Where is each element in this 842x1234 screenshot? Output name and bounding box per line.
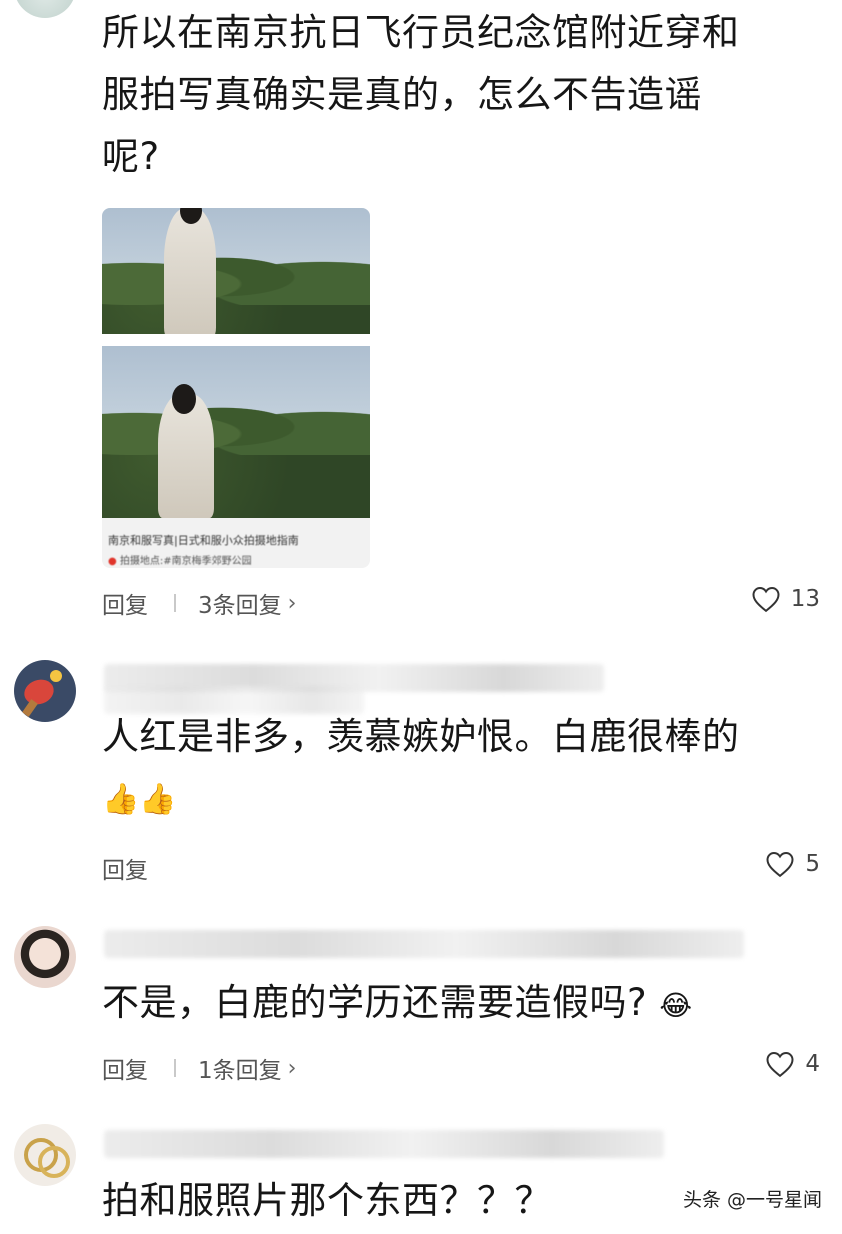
like-count: 4 [805,1051,820,1077]
chevron-right-icon: › [287,1055,297,1081]
avatar[interactable] [14,926,76,988]
comment-text: 所以在南京抗日飞行员纪念馆附近穿和 服拍写真确实是真的，怎么不告造谣 呢? [102,11,740,178]
like-button[interactable]: 5 [765,850,820,878]
caption-location: ● 拍摄地点:#南京梅季郊野公园 [108,556,252,567]
thumbs-up-emoji: 👍👍 [102,782,177,817]
like-button[interactable]: 13 [751,585,820,613]
chevron-right-icon: › [287,590,297,616]
comment-text: 拍和服照片那个东西？？？ [102,1179,552,1222]
comment-text: 人红是非多，羡慕嫉妒恨。白鹿很棒的 [102,715,740,758]
like-button[interactable]: 4 [765,1050,820,1078]
comment-actions: 回复 1条回复 › [102,1048,820,1088]
reply-button[interactable]: 回复 [102,851,148,885]
avatar[interactable] [14,1124,76,1186]
location-pin-icon: ● [108,556,117,567]
comment-image[interactable] [102,208,370,334]
username-blurred[interactable] [104,1130,664,1158]
divider [174,594,176,612]
username-blurred[interactable] [104,930,744,958]
like-count: 13 [790,586,820,612]
laughing-emoji: 😂 [659,989,693,1022]
like-count: 5 [805,851,820,877]
avatar[interactable] [14,0,76,18]
comment-actions: 回复 3条回复 › [102,583,820,623]
image-caption[interactable]: 南京和服写真|日式和服小众拍摄地指南 ● 拍摄地点:#南京梅季郊野公园 [102,518,370,568]
comment-image[interactable] [102,346,370,518]
heart-outline-icon [766,851,794,878]
reply-button[interactable]: 回复 [102,586,148,620]
divider [174,1059,176,1077]
comment-text: 不是，白鹿的学历还需要造假吗? 😂 [102,981,693,1024]
heart-outline-icon [752,586,780,613]
heart-outline-icon [766,1051,794,1078]
watermark: 头条 @一号星闻 [682,1189,822,1211]
reply-button[interactable]: 回复 [102,1051,148,1085]
comment-actions: 回复 [102,848,820,888]
view-replies-button[interactable]: 3条回复 › [198,586,296,620]
avatar[interactable] [14,660,76,722]
view-replies-button[interactable]: 1条回复 › [198,1051,296,1085]
caption-title: 南京和服写真|日式和服小众拍摄地指南 [108,534,299,547]
